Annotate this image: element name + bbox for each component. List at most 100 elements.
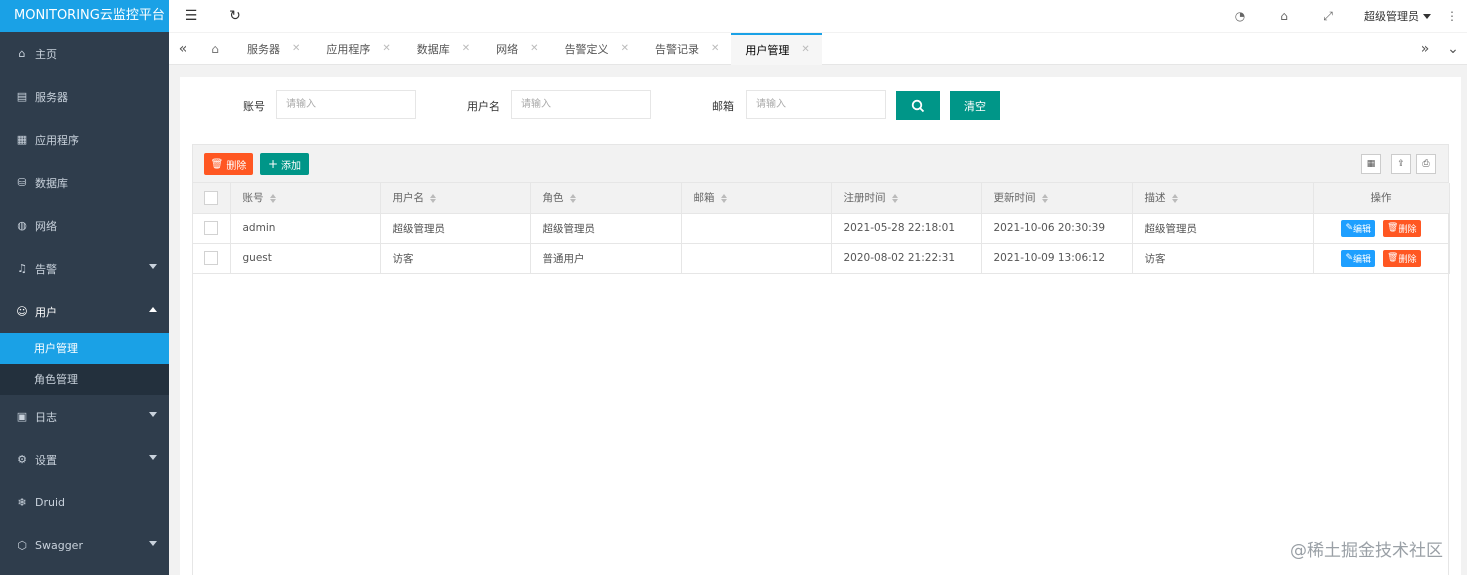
- tab-options-button[interactable]: ⌄: [1439, 33, 1467, 65]
- sidebar-item-label: 服务器: [35, 90, 68, 104]
- sidebar-item-log[interactable]: ▣ 日志: [0, 395, 169, 438]
- close-icon[interactable]: ✕: [382, 43, 390, 54]
- sort-icon[interactable]: [720, 193, 728, 203]
- tab-application[interactable]: 应用程序 ✕: [312, 33, 402, 65]
- cell-role: 普通用户: [530, 243, 682, 274]
- column-header-register-time[interactable]: 注册时间: [831, 183, 982, 214]
- edit-button[interactable]: ✎ 编辑: [1341, 249, 1376, 267]
- sort-icon[interactable]: [1041, 193, 1049, 203]
- sort-icon[interactable]: [569, 193, 577, 203]
- close-icon[interactable]: ✕: [621, 43, 629, 54]
- button-label: 删除: [1398, 224, 1417, 235]
- tab-scroll-left-button[interactable]: «: [169, 33, 197, 65]
- chevron-down-icon: [149, 541, 157, 546]
- row-select-cell: [193, 243, 231, 274]
- email-input[interactable]: 请输入: [746, 90, 886, 119]
- sidebar: MONITORING云监控平台 ⌂ 主页 ▤ 服务器 ▦ 应用程序 ⛁ 数据库 …: [0, 0, 169, 575]
- tab-database[interactable]: 数据库 ✕: [403, 33, 482, 65]
- export-button[interactable]: ⇪: [1391, 154, 1411, 174]
- user-menu[interactable]: 超级管理员: [1350, 8, 1437, 24]
- column-filter-button[interactable]: ▦: [1361, 154, 1381, 174]
- double-chevron-right-icon: »: [1420, 40, 1430, 57]
- chevron-down-icon: ⌄: [1447, 40, 1459, 57]
- account-input[interactable]: 请输入: [276, 90, 416, 119]
- sidebar-item-alarm[interactable]: ♫ 告警: [0, 247, 169, 290]
- close-icon[interactable]: ✕: [711, 43, 719, 54]
- main-content: 账号 请输入 用户名 请输入 邮箱 请输入 清空 🗑删除 +添加 ▦ ⇪ ⎙: [180, 77, 1461, 575]
- cell-email: [681, 243, 832, 274]
- close-icon[interactable]: ✕: [530, 43, 538, 54]
- sidebar-subitem-user-management[interactable]: 用户管理: [0, 333, 169, 364]
- refresh-button[interactable]: ↻: [213, 0, 257, 32]
- network-icon: ◍: [17, 219, 27, 232]
- sidebar-item-server[interactable]: ▤ 服务器: [0, 75, 169, 118]
- tag-button[interactable]: ⌂: [1262, 0, 1306, 32]
- sidebar-item-user[interactable]: ☺ 用户: [0, 290, 169, 333]
- edit-button[interactable]: ✎ 编辑: [1341, 219, 1376, 237]
- more-button[interactable]: ⋮: [1437, 0, 1467, 32]
- button-label: 编辑: [1353, 254, 1372, 265]
- sidebar-item-home[interactable]: ⌂ 主页: [0, 32, 169, 75]
- column-header-email[interactable]: 邮箱: [681, 183, 832, 214]
- search-button[interactable]: [896, 91, 940, 120]
- app-icon: ▦: [16, 133, 28, 146]
- collapse-menu-button[interactable]: ☰: [169, 0, 213, 32]
- row-checkbox[interactable]: [204, 251, 219, 265]
- sidebar-submenu: 用户管理 角色管理: [0, 333, 169, 395]
- add-user-button[interactable]: + 添加: [260, 153, 309, 175]
- sort-icon[interactable]: [269, 193, 277, 203]
- cube-icon: ⬡: [17, 539, 27, 552]
- cell-description: 超级管理员: [1132, 213, 1314, 244]
- user-name: 超级管理员: [1364, 10, 1419, 23]
- sort-icon[interactable]: [1171, 193, 1179, 203]
- tab-label: 告警记录: [654, 42, 699, 56]
- column-header-role[interactable]: 角色: [530, 183, 682, 214]
- column-label: 用户名: [392, 192, 425, 205]
- delete-button[interactable]: 🗑 删除: [1383, 219, 1421, 237]
- tab-server[interactable]: 服务器 ✕: [233, 33, 312, 65]
- tab-alarm-definition[interactable]: 告警定义 ✕: [551, 33, 641, 65]
- sidebar-item-application[interactable]: ▦ 应用程序: [0, 118, 169, 161]
- watermark: @稀土掘金技术社区: [1290, 541, 1443, 561]
- column-header-account[interactable]: 账号: [230, 183, 381, 214]
- user-table: 账号 用户名 角色 邮箱 注册时间 更新时间 描述 操作 admin 超级管理员…: [193, 183, 1450, 274]
- sidebar-item-database[interactable]: ⛁ 数据库: [0, 161, 169, 204]
- tab-alarm-record[interactable]: 告警记录 ✕: [641, 33, 731, 65]
- sort-icon[interactable]: [430, 193, 437, 203]
- tab-user-management[interactable]: 用户管理 ✕: [731, 32, 822, 65]
- username-input[interactable]: 请输入: [511, 90, 651, 119]
- sidebar-subitem-role-management[interactable]: 角色管理: [0, 364, 169, 395]
- sort-icon[interactable]: [891, 193, 899, 203]
- sidebar-item-settings[interactable]: ⚙ 设置: [0, 438, 169, 481]
- sidebar-item-label: 日志: [35, 410, 57, 424]
- batch-delete-button[interactable]: 🗑 删除: [204, 153, 253, 175]
- indent-icon: ☰: [184, 8, 198, 24]
- column-header-username[interactable]: 用户名: [380, 183, 531, 214]
- delete-button[interactable]: 🗑 删除: [1383, 249, 1421, 267]
- tab-scroll-right-button[interactable]: »: [1411, 33, 1439, 65]
- trash-icon: 🗑: [1387, 253, 1399, 263]
- column-header-description[interactable]: 描述: [1132, 183, 1314, 214]
- fullscreen-button[interactable]: ⤢: [1306, 0, 1350, 32]
- top-header: ☰ ↻ ◔ ⌂ ⤢ 超级管理员 ⋮: [169, 0, 1467, 32]
- sidebar-item-swagger[interactable]: ⬡ Swagger: [0, 524, 169, 567]
- close-icon[interactable]: ✕: [462, 43, 470, 54]
- print-button[interactable]: ⎙: [1416, 154, 1436, 174]
- close-icon[interactable]: ✕: [801, 44, 809, 55]
- select-all-checkbox[interactable]: [204, 190, 219, 205]
- column-header-update-time[interactable]: 更新时间: [981, 183, 1133, 214]
- row-checkbox[interactable]: [204, 221, 219, 235]
- sidebar-item-label: 主页: [35, 47, 57, 61]
- cell-account: guest: [230, 243, 381, 274]
- column-label: 邮箱: [693, 192, 715, 205]
- tab-network[interactable]: 网络 ✕: [482, 33, 550, 65]
- column-label: 描述: [1144, 192, 1166, 205]
- server-icon: ▤: [16, 90, 28, 103]
- theme-button[interactable]: ◔: [1218, 0, 1262, 32]
- tab-home[interactable]: ⌂: [197, 33, 233, 65]
- close-icon[interactable]: ✕: [292, 43, 300, 54]
- sidebar-item-network[interactable]: ◍ 网络: [0, 204, 169, 247]
- sidebar-item-druid[interactable]: ❄ Druid: [0, 481, 169, 524]
- clear-button[interactable]: 清空: [950, 91, 1000, 120]
- refresh-icon: ↻: [229, 8, 241, 24]
